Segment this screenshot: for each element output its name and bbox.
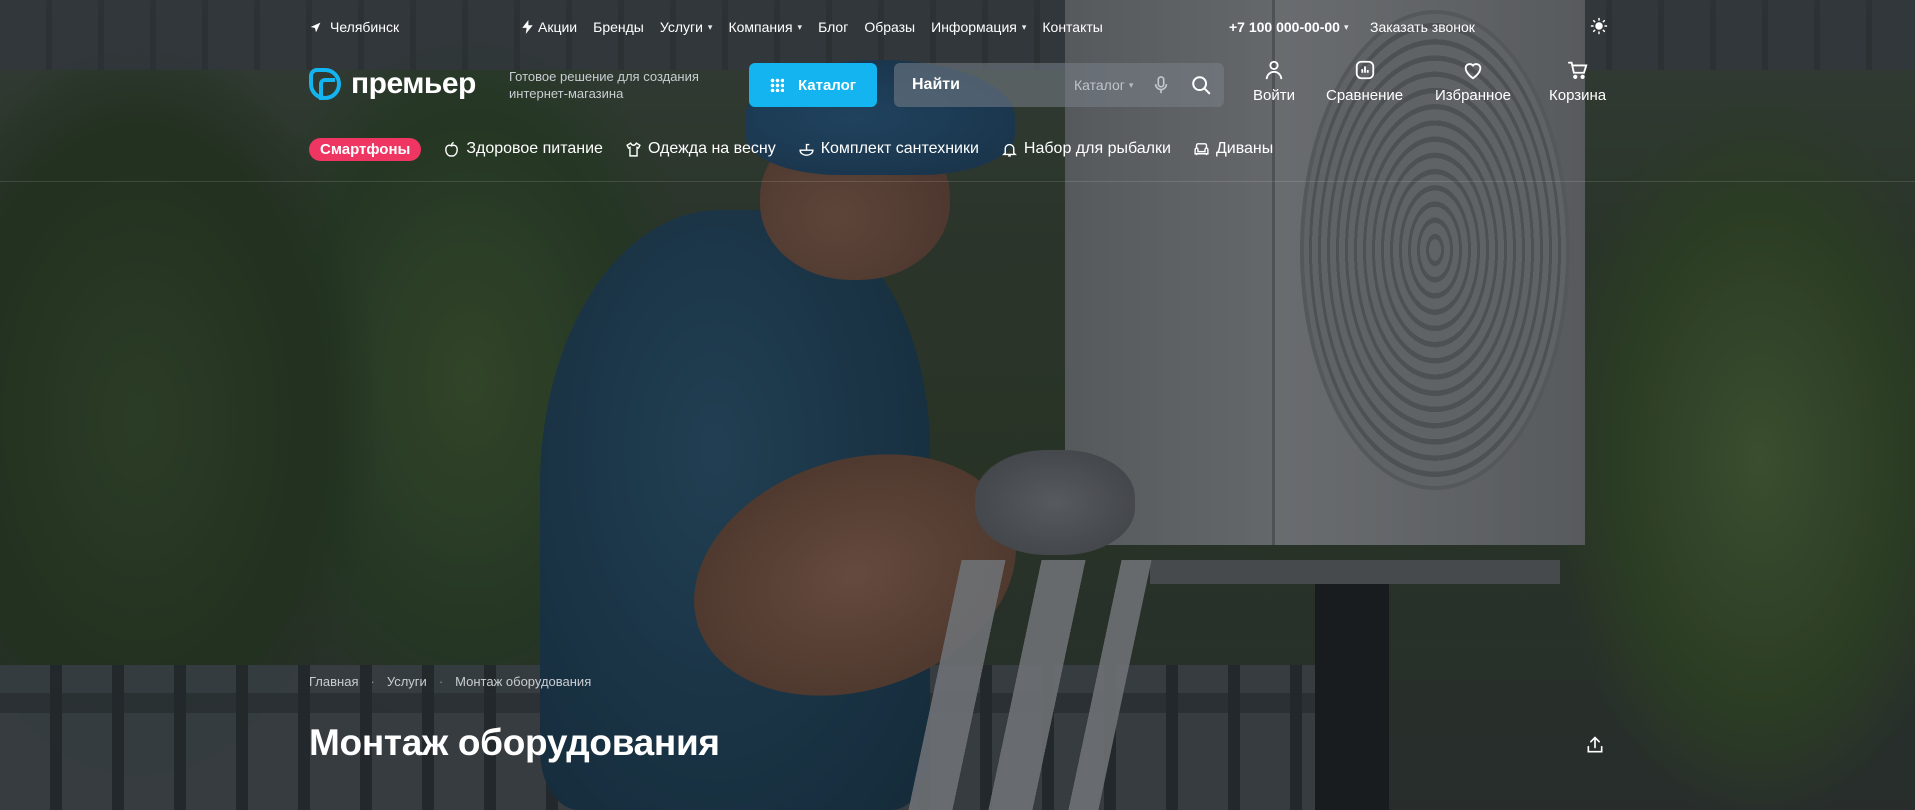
caret-down-icon: ▾ — [1343, 21, 1349, 32]
top-nav-item-blog[interactable]: Блог — [818, 19, 848, 35]
quicklink-fishing-set[interactable]: Набор для рыбалки — [1001, 140, 1171, 158]
breadcrumb-item-home[interactable]: Главная — [309, 674, 358, 689]
voice-search-button[interactable] — [1154, 76, 1168, 94]
top-nav-label: Информация — [931, 19, 1017, 35]
caret-down-icon: ▾ — [1021, 21, 1027, 32]
bolt-icon — [522, 20, 533, 34]
cart-label: Корзина — [1549, 87, 1607, 104]
logo-text: премьер — [351, 67, 476, 100]
top-nav-label: Бренды — [593, 19, 644, 35]
breadcrumb-separator: · — [438, 674, 444, 689]
site-logo[interactable]: премьер — [309, 67, 476, 101]
quicklink-plumbing-set[interactable]: Комплект сантехники — [798, 140, 979, 158]
login-button[interactable]: Войти — [1253, 59, 1295, 104]
quicklink-label: Здоровое питание — [466, 140, 603, 157]
theme-toggle-button[interactable] — [1587, 14, 1611, 38]
quicklink-smartphones[interactable]: Смартфоны — [309, 137, 422, 161]
top-utility-bar: Челябинск Акции Бренды Услуги ▾ Компания ▾… — [309, 16, 1608, 38]
apple-icon — [445, 141, 459, 157]
phone-number[interactable]: +7 100 000-00-00 ▾ — [1229, 19, 1348, 35]
search-scope-label: Каталог — [1074, 77, 1125, 93]
top-nav-item-promotions[interactable]: Акции — [522, 19, 577, 35]
main-header: премьер Готовое решение для создания инт… — [309, 59, 1606, 110]
breadcrumb: Главная · Услуги · Монтаж оборудования — [309, 674, 1605, 689]
top-nav-label: Компания — [728, 19, 793, 35]
quicklink-healthy-food[interactable]: Здоровое питание — [443, 140, 603, 158]
top-nav-label: Контакты — [1042, 19, 1103, 35]
breadcrumb-item-services[interactable]: Услуги — [387, 674, 427, 689]
top-nav-item-looks[interactable]: Образы — [864, 19, 915, 35]
top-nav-item-services[interactable]: Услуги ▾ — [660, 19, 713, 35]
sofa-icon — [1194, 142, 1209, 155]
heart-icon — [1464, 63, 1482, 80]
search-input[interactable] — [912, 76, 1072, 94]
cart-button[interactable]: Корзина — [1549, 59, 1606, 104]
site-tagline: Готовое решение для создания интернет-ма… — [509, 69, 699, 101]
search-submit-button[interactable] — [1190, 74, 1212, 96]
quicklink-label: Диваны — [1215, 140, 1274, 157]
top-nav-item-brands[interactable]: Бренды — [593, 19, 644, 35]
bell-icon — [1002, 143, 1017, 157]
header-divider — [0, 181, 1915, 182]
compare-button[interactable]: Сравнение — [1326, 59, 1403, 104]
favorites-label: Избранное — [1435, 87, 1512, 104]
quicklink-sofas[interactable]: Диваны — [1193, 140, 1273, 158]
city-selector[interactable]: Челябинск — [309, 19, 399, 35]
top-nav-item-company[interactable]: Компания ▾ — [728, 19, 802, 35]
sink-icon — [799, 143, 814, 156]
search-icon — [1192, 76, 1211, 95]
top-nav-item-contacts[interactable]: Контакты — [1042, 19, 1102, 35]
quicklink-label: Смартфоны — [320, 140, 411, 158]
breadcrumb-separator: · — [370, 674, 375, 689]
top-nav-label: Акции — [538, 19, 578, 35]
top-nav-label: Услуги — [659, 19, 703, 35]
share-button[interactable] — [1585, 735, 1607, 757]
compare-label: Сравнение — [1326, 87, 1404, 104]
callback-link[interactable]: Заказать звонок — [1370, 19, 1475, 35]
breadcrumb-item-current: Монтаж оборудования — [455, 674, 592, 689]
catalog-button-label: Каталог — [797, 76, 857, 94]
quicklink-label: Комплект сантехники — [820, 140, 979, 157]
cart-icon — [1567, 61, 1588, 79]
share-icon — [1587, 736, 1603, 753]
login-label: Войти — [1253, 87, 1295, 104]
user-icon — [1265, 60, 1283, 80]
sun-icon — [1590, 17, 1608, 35]
phone-label: +7 100 000-00-00 — [1229, 19, 1340, 35]
logo-mark-icon — [309, 68, 341, 100]
quicklink-spring-clothes[interactable]: Одежда на весну — [625, 140, 776, 158]
location-arrow-icon — [310, 22, 321, 32]
top-nav: Акции Бренды Услуги ▾ Компания ▾ Блог Обра… — [522, 19, 1103, 35]
top-nav-label: Образы — [864, 19, 916, 35]
grid-dots-icon — [769, 78, 784, 92]
quicklink-label: Одежда на весну — [647, 140, 776, 157]
search-bar: Каталог ▾ — [894, 63, 1224, 107]
page-title: Монтаж оборудования — [309, 722, 720, 763]
caret-down-icon: ▾ — [797, 21, 803, 32]
caret-down-icon: ▾ — [707, 21, 713, 32]
favorites-button[interactable]: Избранное — [1435, 59, 1511, 104]
caret-down-icon: ▾ — [1128, 79, 1134, 90]
tshirt-icon — [626, 141, 641, 157]
search-scope-selector[interactable]: Каталог ▾ — [1074, 77, 1133, 93]
catalog-button[interactable]: Каталог — [749, 63, 877, 107]
top-nav-item-information[interactable]: Информация ▾ — [931, 19, 1026, 35]
microphone-icon — [1154, 76, 1168, 94]
top-nav-label: Блог — [818, 19, 849, 35]
quicklink-label: Набор для рыбалки — [1023, 140, 1171, 157]
compare-chart-icon — [1355, 60, 1374, 80]
city-label: Челябинск — [330, 19, 400, 35]
quick-category-links: Смартфоны Здоровое питание Одежда на вес… — [309, 136, 1605, 162]
